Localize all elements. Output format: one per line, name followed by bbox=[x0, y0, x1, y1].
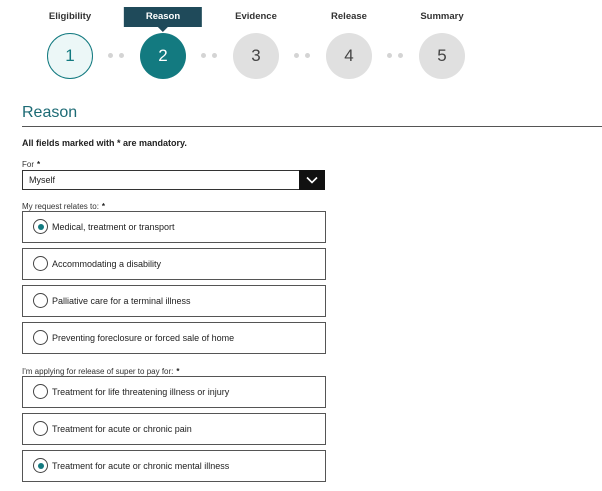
for-label-text: For bbox=[22, 160, 34, 169]
for-select-value: Myself bbox=[29, 175, 56, 185]
required-mark: * bbox=[101, 202, 106, 211]
step-label-release: Release bbox=[331, 11, 367, 22]
radio[interactable] bbox=[33, 330, 48, 345]
option-medical-treatment-transport[interactable]: Medical, treatment or transport bbox=[22, 211, 326, 243]
radio[interactable] bbox=[33, 256, 48, 271]
section-divider bbox=[22, 126, 602, 127]
applying-for-label-text: I'm applying for release of super to pay… bbox=[22, 367, 174, 376]
chevron-down-icon bbox=[306, 176, 318, 184]
step-circle-eligibility[interactable]: 1 bbox=[47, 33, 93, 79]
mandatory-note: All fields marked with * are mandatory. bbox=[22, 138, 187, 148]
option-label: Accommodating a disability bbox=[52, 259, 162, 269]
progress-stepper: Eligibility Reason Evidence Release Summ… bbox=[0, 0, 602, 90]
step-label-summary: Summary bbox=[420, 11, 464, 22]
option-label: Treatment for acute or chronic pain bbox=[52, 424, 192, 434]
required-mark: * bbox=[37, 160, 41, 169]
relates-to-label: My request relates to: * bbox=[22, 202, 105, 211]
radio-checked[interactable] bbox=[33, 458, 48, 473]
for-field-label: For * bbox=[22, 160, 40, 169]
radio[interactable] bbox=[33, 421, 48, 436]
option-accommodating-disability[interactable]: Accommodating a disability bbox=[22, 248, 326, 280]
step-circle-release: 4 bbox=[326, 33, 372, 79]
option-label: Preventing foreclosure or forced sale of… bbox=[52, 333, 235, 343]
step-circle-reason[interactable]: 2 bbox=[140, 33, 186, 79]
option-palliative-care[interactable]: Palliative care for a terminal illness bbox=[22, 285, 326, 317]
dropdown-toggle[interactable] bbox=[299, 170, 325, 190]
step-circle-evidence: 3 bbox=[233, 33, 279, 79]
option-acute-chronic-mental-illness[interactable]: Treatment for acute or chronic mental il… bbox=[22, 450, 326, 482]
step-connector bbox=[201, 53, 217, 58]
for-select[interactable]: Myself bbox=[22, 170, 325, 190]
step-label-eligibility: Eligibility bbox=[48, 11, 92, 22]
radio[interactable] bbox=[33, 293, 48, 308]
step-connector bbox=[108, 53, 124, 58]
option-label: Treatment for life threatening illness o… bbox=[52, 387, 230, 397]
option-label: Medical, treatment or transport bbox=[52, 222, 175, 232]
step-connector bbox=[294, 53, 310, 58]
step-label-reason: Reason bbox=[123, 7, 203, 32]
step-connector bbox=[387, 53, 403, 58]
section-title: Reason bbox=[22, 104, 78, 121]
step-circle-summary: 5 bbox=[419, 33, 465, 79]
option-label: Palliative care for a terminal illness bbox=[52, 296, 191, 306]
applying-for-label: I'm applying for release of super to pay… bbox=[22, 367, 180, 376]
radio[interactable] bbox=[33, 384, 48, 399]
required-mark: * bbox=[176, 367, 180, 376]
option-preventing-foreclosure[interactable]: Preventing foreclosure or forced sale of… bbox=[22, 322, 326, 354]
radio-checked[interactable] bbox=[33, 219, 48, 234]
relates-to-label-text: My request relates to: bbox=[22, 202, 99, 211]
option-life-threatening-illness[interactable]: Treatment for life threatening illness o… bbox=[22, 376, 326, 408]
option-acute-chronic-pain[interactable]: Treatment for acute or chronic pain bbox=[22, 413, 326, 445]
option-label: Treatment for acute or chronic mental il… bbox=[52, 461, 230, 471]
step-label-evidence: Evidence bbox=[235, 11, 277, 22]
